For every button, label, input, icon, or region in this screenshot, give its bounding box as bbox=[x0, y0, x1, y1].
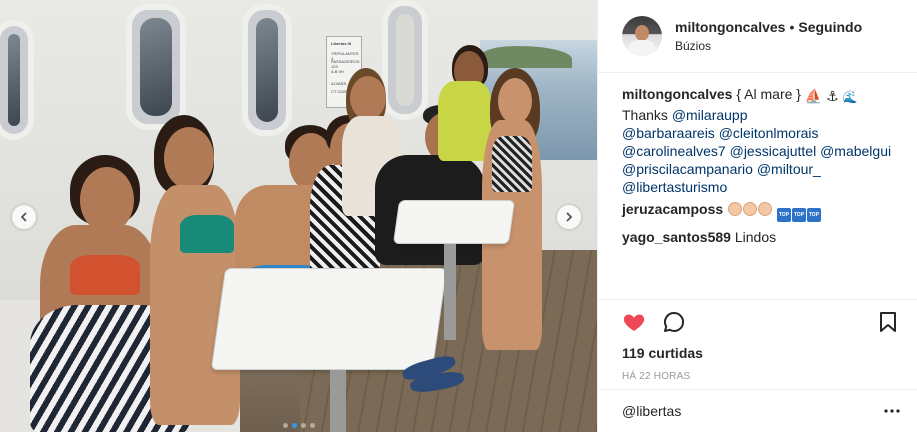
mention-link[interactable]: @cleitonlmorais bbox=[719, 125, 819, 141]
post-actions: 119 curtidas HÁ 22 HORAS bbox=[598, 299, 917, 382]
likes-count[interactable]: 119 curtidas bbox=[620, 344, 902, 362]
comment-input[interactable]: @libertas bbox=[622, 403, 882, 419]
header-separator: • bbox=[789, 19, 795, 35]
comment-username-link[interactable]: yago_santos589 bbox=[622, 229, 731, 245]
sailboat-emoji: ⛵ bbox=[804, 88, 823, 104]
table-leg bbox=[444, 244, 456, 340]
like-button[interactable] bbox=[620, 308, 648, 336]
more-icon bbox=[884, 409, 900, 413]
porthole bbox=[0, 20, 34, 140]
location-link[interactable]: Búzios bbox=[675, 38, 862, 54]
bookmark-icon bbox=[880, 312, 896, 332]
following-button[interactable]: Seguindo bbox=[798, 19, 862, 35]
carousel-dot bbox=[282, 423, 288, 428]
wave-emoji: 🌊 bbox=[842, 90, 858, 104]
post-time[interactable]: HÁ 22 HORAS bbox=[620, 371, 902, 382]
carousel-dot bbox=[300, 423, 306, 428]
more-options-button[interactable] bbox=[882, 401, 902, 421]
porthole bbox=[242, 4, 292, 136]
comment: jeruzacamposs TOP TOP TOP bbox=[622, 200, 893, 222]
caption: miltongoncalves { Al mare } ⛵ ⚓ 🌊 Thanks… bbox=[622, 85, 893, 196]
heart-icon bbox=[623, 314, 645, 331]
comments-section: miltongoncalves { Al mare } ⛵ ⚓ 🌊 Thanks… bbox=[598, 73, 917, 299]
avatar[interactable] bbox=[622, 16, 662, 56]
mention-link[interactable]: @carolinealves7 bbox=[622, 143, 726, 159]
caption-text: { Al mare } bbox=[736, 86, 801, 102]
caption-thanks: Thanks bbox=[622, 107, 668, 123]
chevron-left-icon bbox=[20, 212, 27, 222]
top-arrow-emoji: TOP bbox=[776, 208, 791, 222]
mention-link[interactable]: @miltour_ bbox=[757, 161, 821, 177]
carousel-next-button[interactable] bbox=[557, 205, 581, 229]
comment-username-link[interactable]: jeruzacamposs bbox=[622, 201, 723, 217]
add-comment-bar: @libertas bbox=[598, 389, 917, 432]
clapping-hands-emoji bbox=[728, 202, 743, 216]
mention-link[interactable]: @jessicajuttel bbox=[730, 143, 817, 159]
post-header: miltongoncalves • Seguindo Búzios bbox=[598, 0, 917, 73]
comment: yago_santos589 Lindos bbox=[622, 228, 893, 246]
caption-username-link[interactable]: miltongoncalves bbox=[622, 86, 732, 102]
instagram-post: Libertas III TRIPULANTES 4 PASSAGEIROS 1… bbox=[0, 0, 917, 432]
top-arrow-emoji: TOP bbox=[806, 208, 821, 222]
post-sidebar: miltongoncalves • Seguindo Búzios miltongo… bbox=[597, 0, 917, 432]
porthole bbox=[382, 0, 428, 120]
comment-text: Lindos bbox=[734, 229, 777, 245]
table bbox=[392, 200, 516, 244]
mention-link[interactable]: @barbaraareis bbox=[622, 125, 715, 141]
top-arrow-emoji: TOP bbox=[791, 208, 806, 222]
mention-link[interactable]: @mabelgui bbox=[820, 143, 891, 159]
clapping-hands-emoji bbox=[743, 202, 758, 216]
chevron-right-icon bbox=[566, 212, 573, 222]
carousel-dots bbox=[0, 423, 597, 428]
anchor-emoji: ⚓ bbox=[826, 88, 839, 104]
save-button[interactable] bbox=[874, 308, 902, 336]
carousel-dot bbox=[309, 423, 315, 428]
comment-button[interactable] bbox=[660, 308, 688, 336]
clapping-hands-emoji bbox=[758, 202, 773, 216]
mention-link[interactable]: @priscilacampanario bbox=[622, 161, 753, 177]
post-photo[interactable]: Libertas III TRIPULANTES 4 PASSAGEIROS 1… bbox=[0, 0, 597, 432]
carousel-dot-active bbox=[291, 423, 297, 428]
mention-link[interactable]: @libertasturismo bbox=[622, 179, 727, 195]
porthole bbox=[126, 4, 186, 130]
comment-icon bbox=[664, 311, 685, 332]
carousel-prev-button[interactable] bbox=[12, 205, 36, 229]
header-username-link[interactable]: miltongoncalves bbox=[675, 19, 785, 35]
mention-link[interactable]: @milaraupp bbox=[672, 107, 748, 123]
table bbox=[210, 268, 448, 370]
